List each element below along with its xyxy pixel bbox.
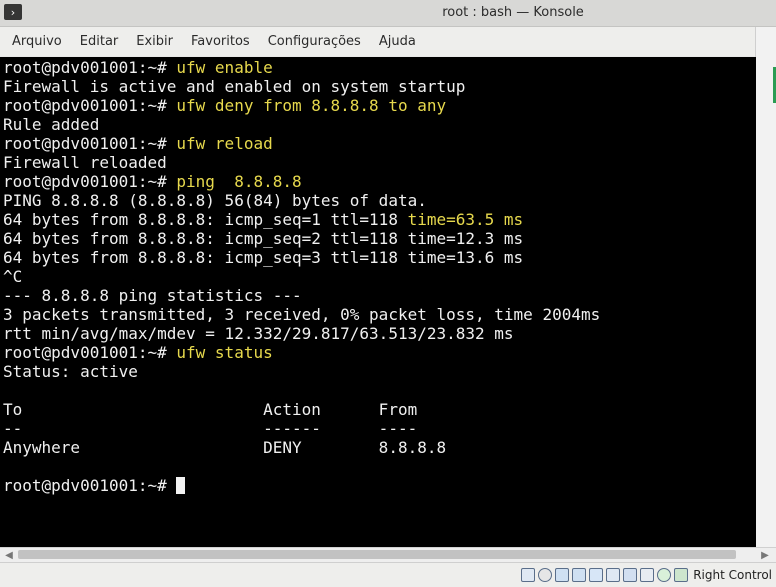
menu-editar[interactable]: Editar	[72, 30, 127, 53]
terminal-line: rtt min/avg/max/mdev = 12.332/29.817/63.…	[3, 324, 756, 343]
output-text: rtt min/avg/max/mdev = 12.332/29.817/63.…	[3, 324, 514, 343]
terminal-line: ^C	[3, 267, 756, 286]
horizontal-scroll-thumb[interactable]	[18, 550, 736, 559]
arrow-down-icon[interactable]	[674, 568, 689, 582]
terminal-line: Firewall reloaded	[3, 153, 756, 172]
output-text: Status: active	[3, 362, 138, 381]
terminal-line: Status: active	[3, 362, 756, 381]
menu-configuracoes[interactable]: Configurações	[260, 30, 369, 53]
menu-exibir[interactable]: Exibir	[128, 30, 181, 53]
highlighted-output: time=63.5 ms	[407, 210, 524, 229]
menu-bar: Arquivo Editar Exibir Favoritos Configur…	[0, 27, 756, 56]
host-key-label: Right Control	[693, 568, 772, 582]
terminal-line: 64 bytes from 8.8.8.8: icmp_seq=3 ttl=11…	[3, 248, 756, 267]
vertical-scrollbar[interactable]	[755, 27, 776, 547]
terminal-line: Rule added	[3, 115, 756, 134]
output-text: -- ------ ----	[3, 419, 418, 438]
scroll-left-arrow-icon[interactable]: ◀	[2, 548, 16, 562]
terminal-line: root@pdv001001:~# ufw status	[3, 343, 756, 362]
terminal-line: 64 bytes from 8.8.8.8: icmp_seq=2 ttl=11…	[3, 229, 756, 248]
terminal-line: root@pdv001001:~# ufw deny from 8.8.8.8 …	[3, 96, 756, 115]
output-text: PING 8.8.8.8 (8.8.8.8) 56(84) bytes of d…	[3, 191, 427, 210]
output-text: To Action From	[3, 400, 418, 419]
shell-command: ufw status	[176, 343, 273, 362]
text-cursor	[176, 477, 186, 494]
konsole-window: › root : bash — Konsole Arquivo Editar E…	[0, 0, 776, 587]
menu-favoritos[interactable]: Favoritos	[183, 30, 258, 53]
terminal-line: 64 bytes from 8.8.8.8: icmp_seq=1 ttl=11…	[3, 210, 756, 229]
output-text: Anywhere DENY 8.8.8.8	[3, 438, 447, 457]
shell-command: ufw deny from 8.8.8.8 to any	[176, 96, 447, 115]
screen-capture-icon[interactable]	[623, 568, 638, 582]
vm-status-bar: Right Control	[0, 562, 776, 587]
terminal-line: Firewall is active and enabled on system…	[3, 77, 756, 96]
output-text: 3 packets transmitted, 3 received, 0% pa…	[3, 305, 601, 324]
title-bar[interactable]: › root : bash — Konsole	[0, 0, 776, 27]
mouse-integration-icon[interactable]	[657, 568, 672, 582]
window-title: root : bash — Konsole	[442, 5, 584, 20]
output-text: Firewall reloaded	[3, 153, 167, 172]
shell-prompt: root@pdv001001:~#	[3, 172, 177, 191]
network-icon[interactable]	[572, 568, 587, 582]
terminal-line: PING 8.8.8.8 (8.8.8.8) 56(84) bytes of d…	[3, 191, 756, 210]
output-text: --- 8.8.8.8 ping statistics ---	[3, 286, 302, 305]
hard-disk-icon[interactable]	[521, 568, 536, 582]
menu-ajuda[interactable]: Ajuda	[371, 30, 424, 53]
menu-arquivo[interactable]: Arquivo	[4, 30, 70, 53]
shell-prompt: root@pdv001001:~#	[3, 96, 177, 115]
display-icon[interactable]	[606, 568, 621, 582]
terminal-line: root@pdv001001:~# ufw enable	[3, 58, 756, 77]
terminal-line: To Action From	[3, 400, 756, 419]
terminal-output[interactable]: root@pdv001001:~# ufw enable Firewall is …	[0, 57, 756, 547]
shell-command: ping 8.8.8.8	[176, 172, 302, 191]
shell-command: ufw enable	[176, 58, 273, 77]
output-text: 64 bytes from 8.8.8.8: icmp_seq=2 ttl=11…	[3, 229, 524, 248]
pencil-icon[interactable]	[589, 568, 604, 582]
output-text: 64 bytes from 8.8.8.8: icmp_seq=3 ttl=11…	[3, 248, 524, 267]
terminal-line: root@pdv001001:~# ufw reload	[3, 134, 756, 153]
terminal-line: --- 8.8.8.8 ping statistics ---	[3, 286, 756, 305]
output-text: 64 bytes from 8.8.8.8: icmp_seq=1 ttl=11…	[3, 210, 408, 229]
terminal-line: -- ------ ----	[3, 419, 756, 438]
status-tray: Right Control	[521, 566, 772, 584]
shell-prompt: root@pdv001001:~#	[3, 58, 177, 77]
scroll-right-arrow-icon[interactable]: ▶	[758, 548, 772, 562]
output-text: ^C	[3, 267, 23, 286]
horizontal-scrollbar[interactable]: ◀ ▶	[0, 547, 776, 562]
output-text: Rule added	[3, 115, 100, 134]
shell-prompt: root@pdv001001:~#	[3, 134, 177, 153]
shell-prompt: root@pdv001001:~#	[3, 476, 177, 495]
shell-command: ufw reload	[176, 134, 273, 153]
terminal-line: 3 packets transmitted, 3 received, 0% pa…	[3, 305, 756, 324]
terminal-line: Anywhere DENY 8.8.8.8	[3, 438, 756, 457]
recording-icon[interactable]	[640, 568, 655, 582]
shell-prompt: root@pdv001001:~#	[3, 343, 177, 362]
optical-drive-icon[interactable]	[538, 568, 553, 582]
output-text: Firewall is active and enabled on system…	[3, 77, 466, 96]
terminal-line: root@pdv001001:~#	[3, 476, 756, 495]
usb-icon[interactable]	[555, 568, 570, 582]
terminal-line: root@pdv001001:~# ping 8.8.8.8	[3, 172, 756, 191]
